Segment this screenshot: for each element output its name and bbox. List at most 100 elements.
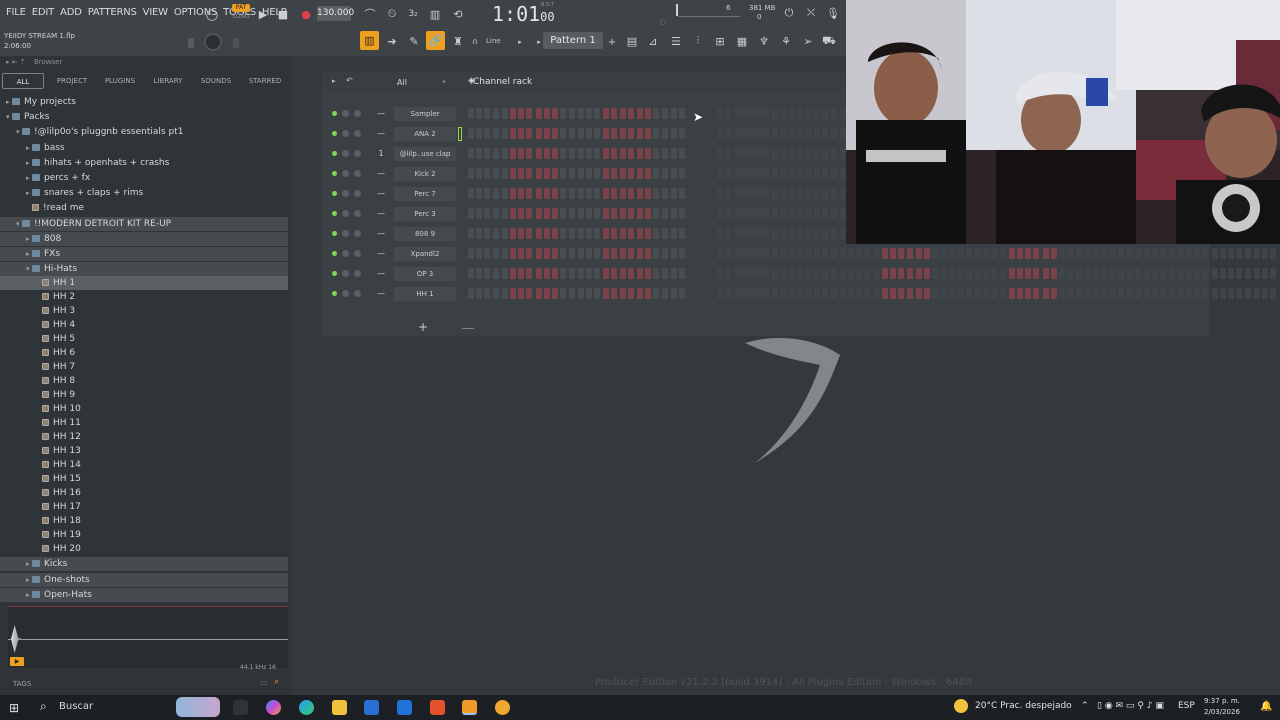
step-button[interactable]: [830, 268, 837, 279]
step-button[interactable]: [476, 128, 483, 139]
step-button[interactable]: [1194, 248, 1201, 259]
step-button[interactable]: [725, 168, 732, 179]
song-mode-button[interactable]: SONG: [232, 13, 250, 20]
step-button[interactable]: [653, 248, 660, 259]
channel-volume-knob[interactable]: [342, 130, 349, 137]
step-button[interactable]: [560, 128, 567, 139]
step-button[interactable]: [501, 228, 508, 239]
step-button[interactable]: [645, 168, 652, 179]
step-button[interactable]: [763, 268, 769, 279]
step-button[interactable]: [543, 188, 550, 199]
step-button[interactable]: [1025, 248, 1032, 259]
step-button[interactable]: [484, 248, 491, 259]
step-button[interactable]: [670, 268, 677, 279]
step-button[interactable]: [510, 168, 516, 179]
step-button[interactable]: [518, 128, 525, 139]
step-button[interactable]: [476, 268, 483, 279]
step-button[interactable]: [552, 288, 558, 299]
step-button[interactable]: [806, 208, 812, 219]
step-button[interactable]: [738, 168, 745, 179]
step-button[interactable]: [772, 248, 779, 259]
step-button[interactable]: [1168, 288, 1175, 299]
channel-mixer-track[interactable]: —: [374, 247, 388, 261]
step-button[interactable]: [814, 188, 821, 199]
master-volume-slider[interactable]: [678, 16, 740, 17]
tab-sounds[interactable]: SOUNDS: [194, 73, 238, 89]
step-button[interactable]: [619, 268, 626, 279]
main-volume-fader[interactable]: [188, 38, 194, 48]
step-button[interactable]: [1092, 268, 1099, 279]
pat-mode-button[interactable]: PAT: [232, 4, 250, 12]
step-button[interactable]: [645, 208, 652, 219]
step-button[interactable]: [1008, 248, 1015, 259]
preview-speaker-icon[interactable]: ▶: [10, 657, 24, 666]
step-button[interactable]: [611, 168, 618, 179]
step-button[interactable]: [864, 268, 871, 279]
cpu-meter-icon[interactable]: ◯: [203, 5, 221, 23]
channel-mixer-track[interactable]: 1: [374, 147, 388, 161]
step-button[interactable]: [569, 108, 576, 119]
step-button[interactable]: [754, 268, 761, 279]
step-button[interactable]: [957, 248, 964, 259]
tags-label[interactable]: TAGS: [13, 680, 31, 688]
step-button[interactable]: [941, 268, 948, 279]
step-button[interactable]: [476, 168, 483, 179]
add-pattern-icon[interactable]: +: [603, 33, 621, 51]
step-button[interactable]: [1084, 248, 1091, 259]
step-button[interactable]: [1033, 248, 1040, 259]
step-button[interactable]: [1168, 268, 1175, 279]
step-button[interactable]: [991, 288, 998, 299]
step-button[interactable]: [661, 168, 668, 179]
step-button[interactable]: [1186, 268, 1192, 279]
step-button[interactable]: [1152, 248, 1159, 259]
step-button[interactable]: [543, 288, 550, 299]
step-button[interactable]: [679, 108, 685, 119]
step-button[interactable]: [725, 148, 732, 159]
step-button[interactable]: [492, 108, 499, 119]
step-button[interactable]: [585, 228, 592, 239]
step-button[interactable]: [611, 188, 618, 199]
step-button[interactable]: [501, 148, 508, 159]
step-button[interactable]: [552, 128, 558, 139]
step-button[interactable]: [754, 168, 761, 179]
step-button[interactable]: [763, 108, 769, 119]
step-button[interactable]: [814, 108, 821, 119]
browser-folder[interactable]: ▸ Open-Hats: [0, 587, 288, 602]
step-button[interactable]: [725, 208, 732, 219]
channel-mixer-track[interactable]: —: [374, 227, 388, 241]
step-button[interactable]: [627, 288, 634, 299]
browser-file[interactable]: HH 14: [36, 458, 81, 472]
step-button[interactable]: [543, 128, 550, 139]
rack-options-icon[interactable]: ▸: [332, 77, 336, 85]
step-button[interactable]: [1219, 268, 1226, 279]
draw-icon[interactable]: ✎: [405, 32, 423, 50]
step-button[interactable]: [670, 288, 677, 299]
step-button[interactable]: [645, 188, 652, 199]
channel-pan-knob[interactable]: [354, 150, 361, 157]
browser-file[interactable]: HH 10: [36, 402, 81, 416]
step-button[interactable]: [585, 188, 592, 199]
step-button[interactable]: [661, 248, 668, 259]
step-button[interactable]: [957, 288, 964, 299]
step-button[interactable]: [501, 108, 508, 119]
step-button[interactable]: [763, 248, 769, 259]
step-button[interactable]: [619, 248, 626, 259]
weather-text[interactable]: 20°C Prac. despejado: [975, 701, 1072, 711]
search-highlight-image[interactable]: [176, 697, 220, 717]
step-button[interactable]: [577, 148, 584, 159]
step-button[interactable]: [717, 228, 724, 239]
step-button[interactable]: [670, 248, 677, 259]
step-button[interactable]: [881, 288, 888, 299]
browser-folder[interactable]: ▸ Kicks: [0, 557, 288, 572]
step-button[interactable]: [830, 148, 837, 159]
step-button[interactable]: [569, 248, 576, 259]
step-button[interactable]: [645, 288, 652, 299]
tab-all[interactable]: ALL: [2, 73, 44, 89]
step-button[interactable]: [484, 148, 491, 159]
step-button[interactable]: [1076, 288, 1083, 299]
step-button[interactable]: [1059, 248, 1065, 259]
step-button[interactable]: [637, 248, 643, 259]
step-button[interactable]: [611, 248, 618, 259]
step-button[interactable]: [796, 228, 803, 239]
step-button[interactable]: [1261, 288, 1268, 299]
